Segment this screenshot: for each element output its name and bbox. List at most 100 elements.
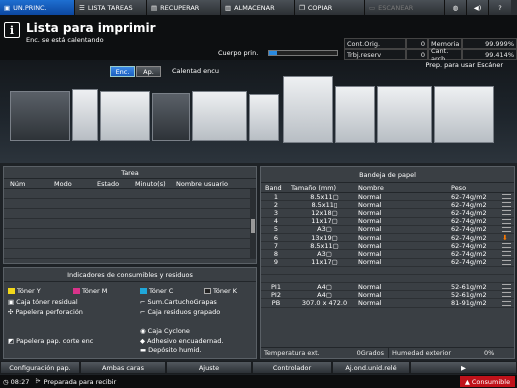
- machine-unit: [283, 76, 333, 143]
- tray-size: 8.5x11▢: [310, 192, 339, 201]
- task-panel: Tarea Núm Modo Estado Minuto(s) Nombre u…: [3, 166, 257, 264]
- cuerpo-label: Cuerpo prin.: [218, 49, 259, 57]
- tab-label: COPIAR: [307, 3, 333, 12]
- paper-table-header: Band Tamaño (mm) Nombre Peso: [261, 183, 514, 193]
- info-icon: i: [4, 22, 20, 38]
- column-num: Núm: [10, 179, 26, 188]
- ap-button[interactable]: Ap.: [136, 66, 161, 77]
- tray-name: Normal: [358, 290, 382, 299]
- cant-arch-label: Cant. arch.: [428, 47, 462, 63]
- table-row[interactable]: [4, 239, 250, 249]
- antenna-icon: ⩥: [35, 377, 41, 385]
- water-tank-icon: ▬: [140, 346, 147, 354]
- tray-band: PI2: [271, 290, 281, 299]
- tray-row[interactable]: 9 11x17▢ Normal 62-74g/m2: [261, 258, 514, 267]
- paper-panel-title: Bandeja de papel: [261, 167, 514, 183]
- tray-band: 5: [273, 225, 279, 234]
- trbj-reserv-value: 0: [406, 49, 428, 60]
- machine-unit: [335, 86, 375, 143]
- adhesivo-encuadernad: ◆ Adhesivo encuadernad.: [140, 337, 223, 345]
- deposito-humid: ▬ Depósito humid.: [140, 346, 202, 354]
- tab-label: UN.PRINC.: [13, 3, 47, 12]
- globe-button[interactable]: ◍: [445, 0, 467, 15]
- configuracion-pap-button[interactable]: Configuración pap.: [0, 361, 80, 374]
- staple-icon: ⌐: [140, 298, 146, 306]
- tray-band: 4: [273, 217, 279, 226]
- column-modo: Modo: [54, 179, 72, 188]
- toner-icon: [204, 288, 211, 294]
- tray-size: 12x18▢: [311, 208, 338, 217]
- column-minutos: Minuto(s): [135, 179, 166, 188]
- tab-un-princ[interactable]: ▣ UN.PRINC.: [0, 0, 75, 15]
- papelera-corte-label: Papelera pap. corte enc: [16, 337, 94, 345]
- consumible-label: Consumible: [471, 377, 511, 386]
- top-tab-bar: ▣ UN.PRINC. ☰ LISTA TAREAS ▤ RECUPERAR ▥…: [0, 0, 517, 15]
- tray-weight: 62-74g/m2: [451, 233, 487, 242]
- papelera-perforacion: ✣ Papelera perforación: [8, 308, 83, 316]
- clock-icon: ◷: [3, 377, 9, 386]
- help-button[interactable]: ?: [489, 0, 511, 15]
- column-estado: Estado: [97, 179, 120, 188]
- toner-k: Tóner K: [204, 287, 237, 295]
- tab-almacenar[interactable]: ▥ ALMACENAR: [221, 0, 295, 15]
- tray-weight: 62-74g/m2: [451, 249, 487, 258]
- toner-icon: [8, 288, 15, 294]
- task-panel-title: Tarea: [4, 167, 256, 179]
- machine-unit: [192, 91, 247, 141]
- table-row[interactable]: [4, 199, 250, 209]
- cyclone-icon: ◉: [140, 327, 146, 335]
- consumables-title: Indicadores de consumibles y residuos: [4, 268, 256, 282]
- paper-level-icon: [502, 194, 511, 200]
- tray-size: 13x19▢: [311, 233, 338, 242]
- machine-unit: [152, 93, 190, 141]
- toner-y: Tóner Y: [8, 287, 41, 295]
- paper-level-icon: [502, 300, 511, 306]
- machine-unit: [249, 94, 279, 141]
- enc-button[interactable]: Enc.: [110, 66, 135, 77]
- scanner-status: Prep. para usar Escáner: [425, 61, 504, 69]
- tray-band: 8: [273, 249, 279, 258]
- tray-weight: 62-74g/m2: [451, 225, 487, 234]
- tray-name: Normal: [358, 299, 382, 308]
- tray-weight: 62-74g/m2: [451, 200, 487, 209]
- column-band: Band: [265, 183, 282, 192]
- tray-weight: 62-74g/m2: [451, 217, 487, 226]
- tray-row[interactable]: PB 307.0 x 472.0 Normal 81-91g/m2: [261, 299, 514, 308]
- caja-residuos-grapado: ⌐ Caja residuos grapado: [140, 308, 220, 316]
- table-row[interactable]: [4, 219, 250, 229]
- warning-icon: ▲: [464, 377, 470, 386]
- hum-label: Humedad exterior: [392, 349, 452, 357]
- help-icon: ?: [498, 3, 502, 12]
- aj-ond-unid-rele-button[interactable]: Aj.ond.unid.relé: [332, 361, 410, 374]
- memoria-value: 99.999%: [462, 38, 517, 49]
- controlador-button[interactable]: Controlador: [252, 361, 332, 374]
- tab-label: ALMACENAR: [234, 3, 275, 12]
- more-button[interactable]: ▶: [410, 361, 517, 374]
- volume-button[interactable]: ◀): [467, 0, 489, 15]
- status-message: Preparada para recibir: [43, 377, 117, 386]
- tray-name: Normal: [358, 233, 382, 242]
- tab-recuperar[interactable]: ▤ RECUPERAR: [147, 0, 221, 15]
- ambas-caras-button[interactable]: Ambas caras: [80, 361, 166, 374]
- page-title: Lista para imprimir: [26, 21, 156, 35]
- task-scrollbar[interactable]: [250, 189, 256, 259]
- table-row[interactable]: [4, 209, 250, 219]
- table-row[interactable]: [4, 229, 250, 239]
- footer-buttons: Configuración pap. Ambas caras Ajuste Co…: [0, 361, 517, 374]
- paper-level-icon: [502, 210, 511, 216]
- caja-grapado-label: Caja residuos grapado: [147, 308, 221, 316]
- paper-level-icon: [502, 292, 511, 298]
- caja-toner-residual: ▣ Caja tóner residual: [8, 298, 78, 306]
- table-row[interactable]: [4, 249, 250, 259]
- tab-lista-tareas[interactable]: ☰ LISTA TAREAS: [75, 0, 147, 15]
- tray-name: Normal: [358, 208, 382, 217]
- cont-orig-label: Cont.Orig.: [344, 38, 406, 49]
- tab-escanear[interactable]: ▭ ESCANEAR: [365, 0, 445, 15]
- tab-copiar[interactable]: ❐ COPIAR: [295, 0, 365, 15]
- scrollbar-thumb[interactable]: [251, 219, 255, 233]
- consumible-button[interactable]: ▲ Consumible: [460, 376, 515, 387]
- column-peso: Peso: [451, 183, 467, 192]
- tray-band: PI1: [271, 282, 281, 291]
- ajuste-button[interactable]: Ajuste: [166, 361, 252, 374]
- table-row[interactable]: [4, 189, 250, 199]
